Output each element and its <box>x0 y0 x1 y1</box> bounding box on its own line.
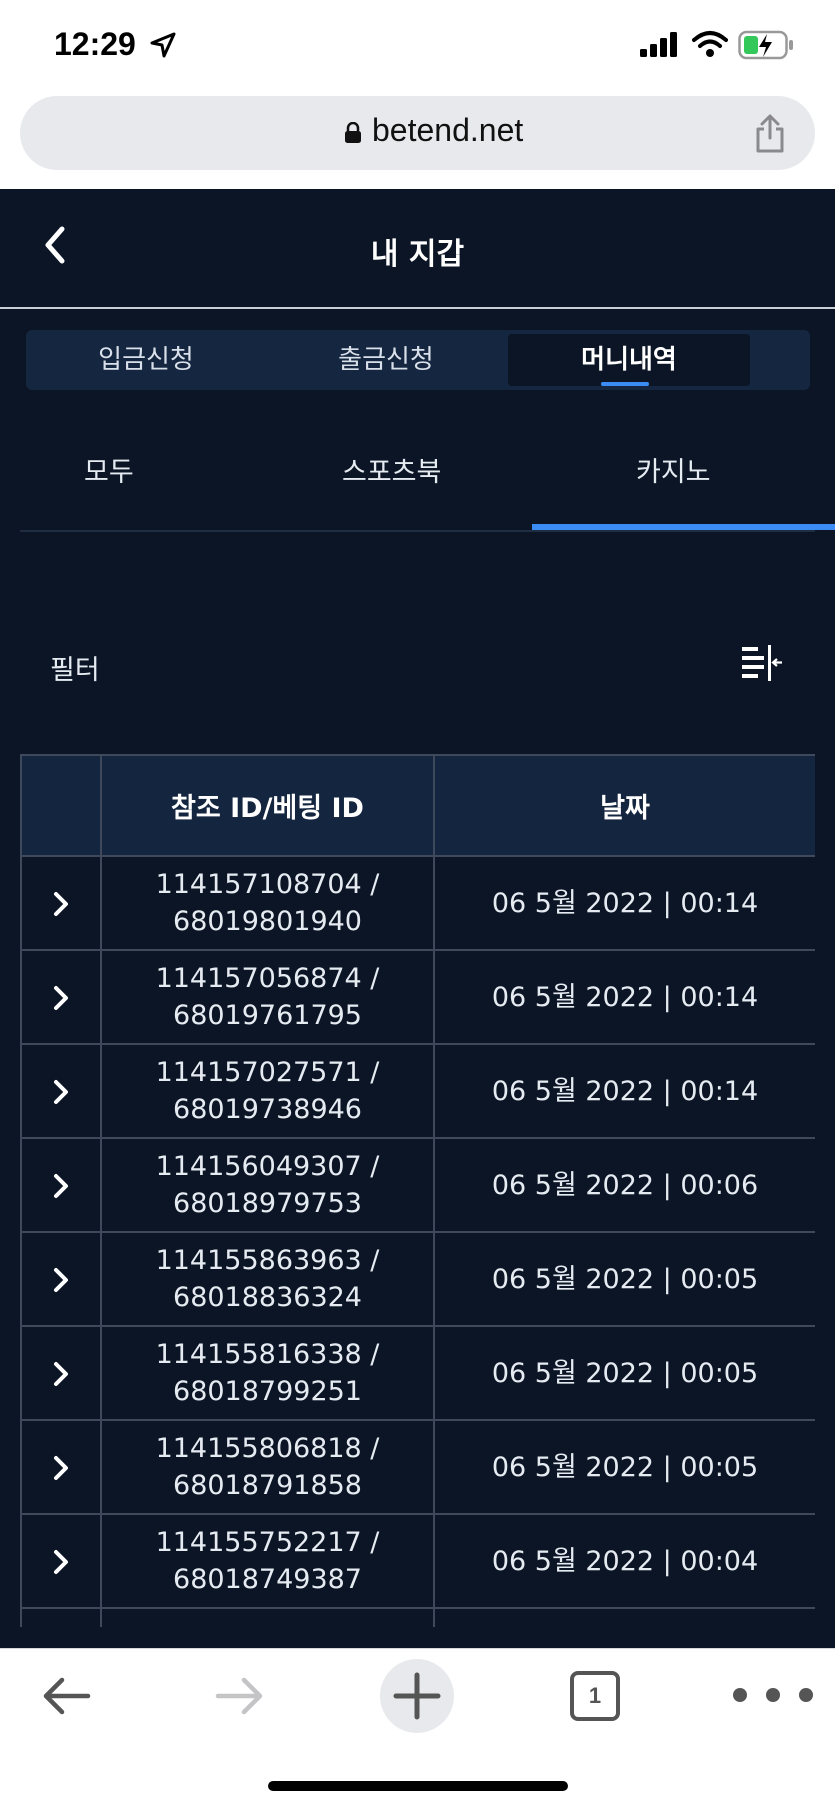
reference-id: 114155752217 / <box>155 1527 380 1558</box>
battery-charging-icon <box>738 30 793 60</box>
column-header-expand <box>20 754 102 857</box>
browser-address-area: betend.net <box>0 92 835 189</box>
table-row[interactable]: 114155863963 / 68018836324 06 5월 2022 | 0… <box>20 1231 815 1327</box>
subtab-casino[interactable]: 카지노 <box>636 450 711 489</box>
tab-money-history[interactable]: 머니내역 <box>508 334 750 386</box>
column-header-reference-bet-id: 참조 ID/베팅 ID <box>100 754 435 857</box>
wifi-icon <box>692 31 728 57</box>
reference-id: 114156049307 / <box>155 1151 380 1182</box>
active-subtab-indicator <box>532 524 835 530</box>
chevron-right-icon <box>54 1550 68 1574</box>
reference-bet-id-cell: 114157027571 / 68019738946 <box>100 1043 435 1139</box>
history-subtabs: 모두 스포츠북 카지노 <box>20 420 835 532</box>
chevron-right-icon <box>54 1456 68 1480</box>
bet-id: 68018979753 <box>173 1188 362 1219</box>
expand-row-button[interactable] <box>20 1419 102 1515</box>
expand-row-button[interactable] <box>20 855 102 951</box>
cellular-signal-icon <box>640 32 677 57</box>
location-arrow-icon <box>150 32 176 58</box>
expand-row-button[interactable] <box>20 1043 102 1139</box>
filter-collapse-icon[interactable] <box>740 644 784 682</box>
bet-id: 68018749387 <box>173 1564 362 1595</box>
date-cell: 06 5월 2022 | 00:04 <box>433 1513 815 1609</box>
reference-bet-id-cell: 114155806818 / 68018791858 <box>100 1419 435 1515</box>
date-cell: 06 5월 2022 | 00:05 <box>433 1231 815 1327</box>
bet-id: 68018791858 <box>173 1470 362 1501</box>
lock-icon <box>345 122 361 143</box>
chevron-right-icon <box>54 1268 68 1292</box>
table-row[interactable]: 114157056874 / 68019761795 06 5월 2022 | 0… <box>20 949 815 1045</box>
expand-row-button[interactable] <box>20 1137 102 1233</box>
date-cell: 06 5월 2022 | 00:14 <box>433 1043 815 1139</box>
table-row[interactable]: 114157108704 / 68019801940 06 5월 2022 | 0… <box>20 855 815 951</box>
date-cell: 06 5월 2022 | 00:14 <box>433 855 815 951</box>
home-indicator <box>268 1781 568 1791</box>
reference-id: 114155863963 / <box>155 1245 380 1276</box>
more-options-icon[interactable] <box>728 1683 818 1707</box>
browser-forward-icon[interactable] <box>212 1671 268 1721</box>
reference-bet-id-cell <box>100 1607 435 1627</box>
reference-bet-id-cell: 114157108704 / 68019801940 <box>100 855 435 951</box>
date-cell: 06 5월 2022 | 00:06 <box>433 1137 815 1233</box>
table-row[interactable]: 114155752217 / 68018749387 06 5월 2022 | 0… <box>20 1513 815 1609</box>
plus-icon <box>393 1672 441 1720</box>
bet-id: 68019738946 <box>173 1094 362 1125</box>
column-header-date: 날짜 <box>433 754 815 857</box>
app-header: 내 지갑 <box>0 189 835 309</box>
bet-id: 68018836324 <box>173 1282 362 1313</box>
reference-id: 114157027571 / <box>155 1057 380 1088</box>
table-header-row: 참조 ID/베팅 ID 날짜 <box>20 754 815 857</box>
table-row[interactable]: 114155806818 / 68018791858 06 5월 2022 | 0… <box>20 1419 815 1515</box>
transactions-table: 참조 ID/베팅 ID 날짜 114157108704 / 68019801940… <box>20 754 815 1627</box>
bet-id: 68018799251 <box>173 1376 362 1407</box>
reference-bet-id-cell: 114156049307 / 68018979753 <box>100 1137 435 1233</box>
date-cell: 06 5월 2022 | 00:14 <box>433 949 815 1045</box>
table-row[interactable]: 114156049307 / 68018979753 06 5월 2022 | 0… <box>20 1137 815 1233</box>
share-icon[interactable] <box>752 114 788 154</box>
reference-bet-id-cell: 114155863963 / 68018836324 <box>100 1231 435 1327</box>
chevron-right-icon <box>54 1362 68 1386</box>
active-segment-indicator <box>601 382 649 386</box>
expand-row-button[interactable] <box>20 1607 102 1627</box>
transactions-table-container[interactable]: 참조 ID/베팅 ID 날짜 114157108704 / 68019801940… <box>20 754 815 1627</box>
tab-deposit-request[interactable]: 입금신청 <box>26 334 266 386</box>
chevron-right-icon <box>54 1174 68 1198</box>
expand-row-button[interactable] <box>20 1513 102 1609</box>
reference-id: 114155806818 / <box>155 1433 380 1464</box>
expand-row-button[interactable] <box>20 949 102 1045</box>
bet-id: 68019761795 <box>173 1000 362 1031</box>
expand-row-button[interactable] <box>20 1325 102 1421</box>
date-cell <box>433 1607 815 1627</box>
page-title: 내 지갑 <box>370 237 465 272</box>
url-text: betend.net <box>372 112 524 148</box>
address-bar[interactable]: betend.net <box>20 96 815 170</box>
browser-toolbar: 1 <box>0 1648 835 1807</box>
expand-row-button[interactable] <box>20 1231 102 1327</box>
date-cell: 06 5월 2022 | 00:05 <box>433 1325 815 1421</box>
tab-switcher-button[interactable]: 1 <box>570 1671 620 1721</box>
chevron-right-icon <box>54 892 68 916</box>
table-row[interactable]: 114155816338 / 68018799251 06 5월 2022 | 0… <box>20 1325 815 1421</box>
table-row[interactable] <box>20 1607 815 1627</box>
chevron-right-icon <box>54 1080 68 1104</box>
chevron-right-icon <box>54 986 68 1010</box>
subtab-all[interactable]: 모두 <box>84 450 134 489</box>
tab-withdraw-request[interactable]: 출금신청 <box>266 334 506 386</box>
reference-bet-id-cell: 114155816338 / 68018799251 <box>100 1325 435 1421</box>
wallet-segment-tabs: 입금신청 출금신청 머니내역 <box>26 330 810 390</box>
reference-id: 114155816338 / <box>155 1339 380 1370</box>
reference-bet-id-cell: 114155752217 / 68018749387 <box>100 1513 435 1609</box>
reference-bet-id-cell: 114157056874 / 68019761795 <box>100 949 435 1045</box>
subtab-sportsbook[interactable]: 스포츠북 <box>342 450 441 489</box>
date-cell: 06 5월 2022 | 00:05 <box>433 1419 815 1515</box>
reference-id: 114157108704 / <box>155 869 380 900</box>
new-tab-button[interactable] <box>380 1659 454 1733</box>
browser-back-icon[interactable] <box>38 1671 94 1721</box>
status-bar: 12:29 <box>0 0 835 92</box>
bet-id: 68019801940 <box>173 906 362 937</box>
filter-label: 필터 <box>50 655 100 686</box>
status-time: 12:29 <box>54 26 136 62</box>
table-row[interactable]: 114157027571 / 68019738946 06 5월 2022 | 0… <box>20 1043 815 1139</box>
reference-id: 114157056874 / <box>155 963 380 994</box>
